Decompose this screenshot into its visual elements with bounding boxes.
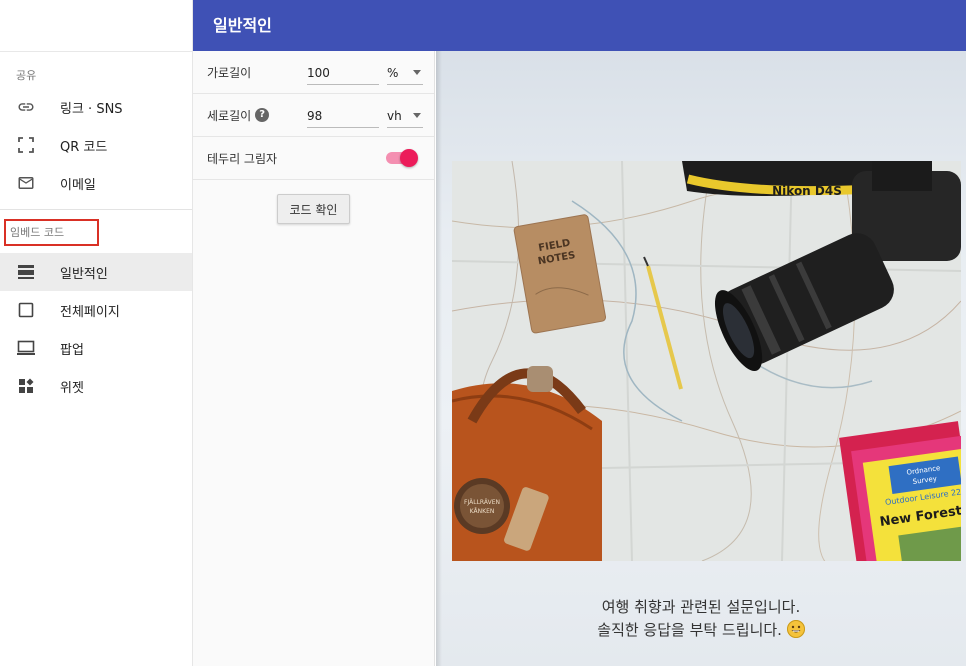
help-icon[interactable]: ? [255, 108, 270, 122]
confirm-code-button[interactable]: 코드 확인 [276, 194, 351, 224]
shadow-row: 테두리 그림자 [193, 137, 434, 180]
sidebar-item-label: 팝업 [60, 342, 84, 358]
chevron-down-icon [413, 113, 421, 118]
sidebar-item-email[interactable]: 이메일 [0, 164, 192, 202]
page-title: 일반적인 [213, 16, 272, 35]
sidebar-item-label: 이메일 [60, 177, 96, 193]
preview-edge-shadow [436, 51, 442, 666]
cover-photo: FIELD NOTES Nikon D4S FJÄLLRÄVEN KÅNKEN … [452, 161, 961, 561]
widget-icon [16, 376, 36, 396]
link-icon [16, 97, 36, 117]
mail-icon [16, 173, 36, 193]
svg-text:Nikon D4S: Nikon D4S [772, 184, 842, 198]
height-input[interactable] [307, 104, 379, 128]
toggle-knob [400, 149, 418, 167]
preview-area: FIELD NOTES Nikon D4S FJÄLLRÄVEN KÅNKEN … [436, 51, 966, 666]
sidebar-header [0, 0, 192, 52]
caption-line-2: 솔직한 응답을 부탁 드립니다. [597, 621, 782, 639]
sidebar-item-popup[interactable]: 팝업 [0, 329, 192, 367]
qr-scan-icon [16, 135, 36, 155]
share-section-label: 공유 [16, 69, 37, 82]
height-unit-value: vh [387, 108, 402, 123]
caption-line-1: 여행 취향과 관련된 설문입니다. [601, 598, 801, 616]
sidebar-item-general[interactable]: 일반적인 [0, 253, 192, 291]
height-label-wrap: 세로길이 ? [207, 107, 307, 124]
embed-section-label: 임베드 코드 [4, 219, 99, 246]
sidebar-item-label: QR 코드 [60, 139, 108, 155]
chevron-down-icon [413, 70, 421, 75]
settings-panel: 가로길이 % 세로길이 ? vh 테두리 그림자 코드 확인 [193, 51, 435, 666]
width-label: 가로길이 [207, 65, 252, 80]
sidebar-item-fullpage[interactable]: 전체페이지 [0, 291, 192, 329]
sidebar-item-link-sns[interactable]: 링크 · SNS [0, 88, 192, 126]
sidebar-item-label: 일반적인 [60, 266, 108, 282]
height-unit-select[interactable]: vh [387, 104, 423, 128]
width-input[interactable] [307, 61, 379, 85]
survey-caption: 여행 취향과 관련된 설문입니다. 솔직한 응답을 부탁 드립니다. [436, 596, 966, 642]
svg-text:FJÄLLRÄVEN: FJÄLLRÄVEN [464, 499, 500, 506]
width-unit-value: % [387, 65, 399, 80]
shadow-label: 테두리 그림자 [207, 151, 278, 166]
general-layout-icon [16, 262, 36, 282]
fullpage-icon [16, 300, 36, 320]
sidebar-item-label: 위젯 [60, 380, 84, 396]
grinning-face-icon [786, 620, 805, 638]
width-unit-select[interactable]: % [387, 61, 423, 85]
sidebar-item-label: 링크 · SNS [60, 101, 123, 117]
sidebar-item-widget[interactable]: 위젯 [0, 367, 192, 405]
sidebar-item-label: 전체페이지 [60, 304, 120, 320]
height-label: 세로길이 [207, 108, 252, 123]
sidebar-divider [0, 209, 192, 210]
sidebar: 공유 링크 · SNS QR 코드 이메일 임베드 코드 일반적인 전체페이지 … [0, 0, 193, 666]
shadow-toggle[interactable] [386, 149, 418, 167]
top-app-bar: 일반적인 [193, 0, 966, 51]
svg-text:KÅNKEN: KÅNKEN [470, 508, 495, 515]
height-row: 세로길이 ? vh [193, 94, 434, 137]
popup-icon [16, 338, 36, 358]
width-row: 가로길이 % [193, 51, 434, 94]
sidebar-item-qr-code[interactable]: QR 코드 [0, 126, 192, 164]
